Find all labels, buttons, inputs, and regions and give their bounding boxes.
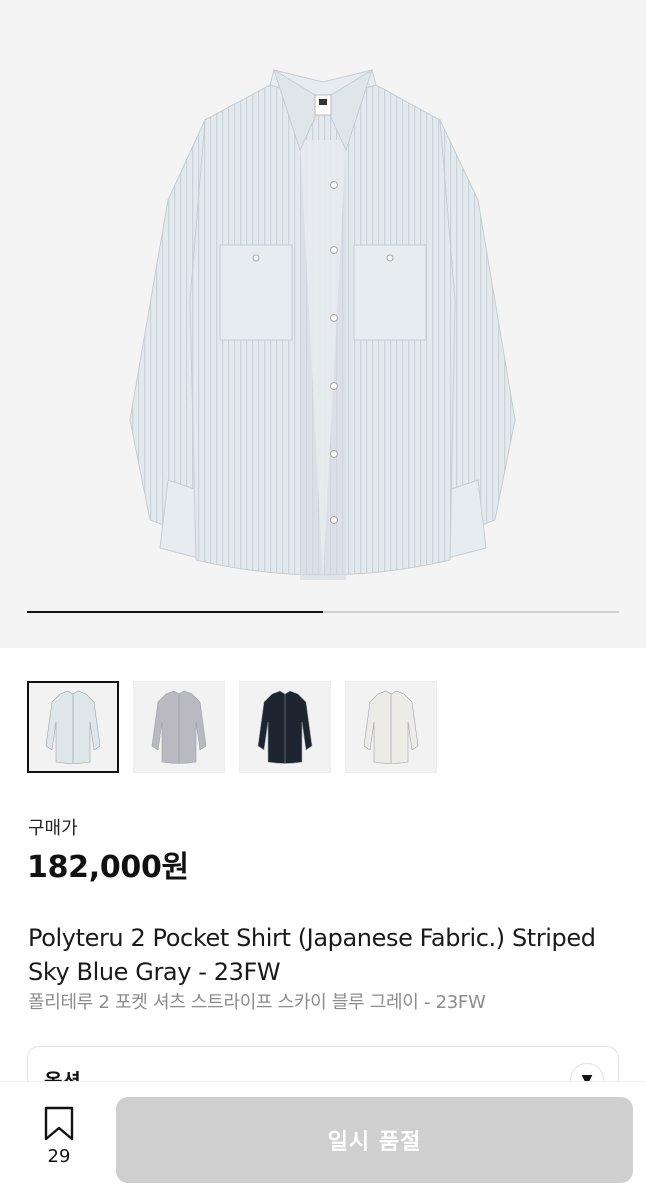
shirt-thumbnail-icon — [151, 690, 207, 764]
product-image-carousel[interactable] — [0, 0, 646, 648]
product-title-korean: 폴리테루 2 포켓 셔츠 스트라이프 스카이 블루 그레이 - 23FW — [28, 992, 486, 1013]
bookmark-icon — [44, 1106, 74, 1141]
thumb-navy[interactable] — [239, 681, 331, 773]
shirt-thumbnail-icon — [363, 690, 419, 764]
product-title: Polyteru 2 Pocket Shirt (Japanese Fabric… — [28, 924, 596, 986]
thumb-ivory[interactable] — [345, 681, 437, 773]
carousel-progress-fill — [27, 611, 323, 613]
shirt-thumbnail-icon — [45, 690, 101, 764]
thumbnail-strip — [27, 681, 437, 773]
price-value: 182,000원 — [27, 850, 189, 885]
shirt-image — [129, 68, 516, 580]
thumb-gray[interactable] — [133, 681, 225, 773]
thumb-sky-blue-stripe[interactable] — [27, 681, 119, 773]
carousel-progress-track — [27, 611, 619, 613]
soldout-button[interactable]: 일시 품절 — [116, 1097, 633, 1183]
price-label: 구매가 — [28, 818, 78, 839]
wishlist-button[interactable]: 29 — [30, 1106, 88, 1167]
bottom-action-bar: 29 일시 품절 — [0, 1082, 646, 1200]
wishlist-count: 29 — [47, 1146, 71, 1167]
shirt-thumbnail-icon — [257, 690, 313, 764]
